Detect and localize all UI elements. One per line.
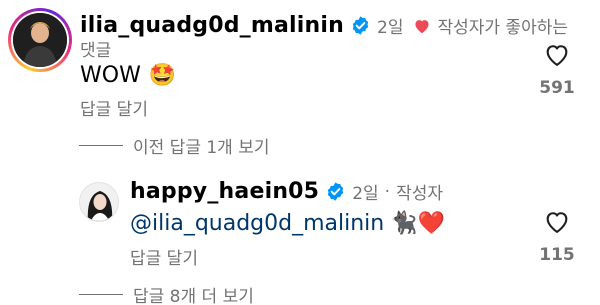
comment-text: WOW <box>80 63 141 88</box>
reply-like-count: 115 <box>539 245 575 265</box>
comment-thread: ilia_quadg0d_malinin 2일 작성자가 좋아하는 댓글 WOW… <box>0 0 600 305</box>
divider-line <box>79 145 123 146</box>
reply-body: @ilia_quadg0d_malinin 🐈‍⬛❤️ <box>130 211 445 236</box>
reply-username[interactable]: happy_haein05 <box>130 179 319 204</box>
heart-icon <box>415 19 430 33</box>
verified-badge-icon <box>352 16 369 35</box>
like-heart-outline-icon[interactable] <box>543 41 571 69</box>
comment-body: WOW 🤩 <box>80 63 176 88</box>
view-more-replies-label: 답글 8개 더 보기 <box>133 287 254 305</box>
avatar-ilia-photo <box>13 13 67 67</box>
star-struck-emoji: 🤩 <box>148 63 177 88</box>
cat-heart-emojis: 🐈‍⬛❤️ <box>390 211 446 236</box>
divider-line <box>79 294 123 295</box>
view-previous-replies[interactable]: 이전 답글 1개 보기 <box>79 133 270 158</box>
comment-reply-button[interactable]: 답글 달기 <box>80 95 148 120</box>
avatar-haein[interactable] <box>79 182 119 222</box>
reply-time: 2일 <box>352 184 379 204</box>
view-previous-replies-label: 이전 답글 1개 보기 <box>133 138 270 158</box>
creator-liked-label-cont: 댓글 <box>80 41 112 61</box>
comment-username[interactable]: ilia_quadg0d_malinin <box>80 13 344 38</box>
author-label: 작성자 <box>396 184 443 204</box>
comment-header: ilia_quadg0d_malinin 2일 작성자가 좋아하는 <box>80 13 568 38</box>
avatar-gap <box>11 11 69 69</box>
creator-liked-label: 작성자가 좋아하는 <box>437 18 568 38</box>
like-heart-outline-icon[interactable] <box>543 208 571 236</box>
reply-mention-link[interactable]: @ilia_quadg0d_malinin <box>130 211 384 236</box>
reply-reply-button[interactable]: 답글 달기 <box>130 244 198 269</box>
verified-badge-icon <box>328 182 344 201</box>
comment-time: 2일 <box>377 18 404 38</box>
reply-header: happy_haein05 2일 · 작성자 <box>130 179 443 204</box>
comment-like-count: 591 <box>539 78 575 98</box>
meta-separator: · <box>384 181 391 202</box>
avatar-ilia[interactable] <box>8 8 72 72</box>
view-more-replies[interactable]: 답글 8개 더 보기 <box>79 282 254 305</box>
